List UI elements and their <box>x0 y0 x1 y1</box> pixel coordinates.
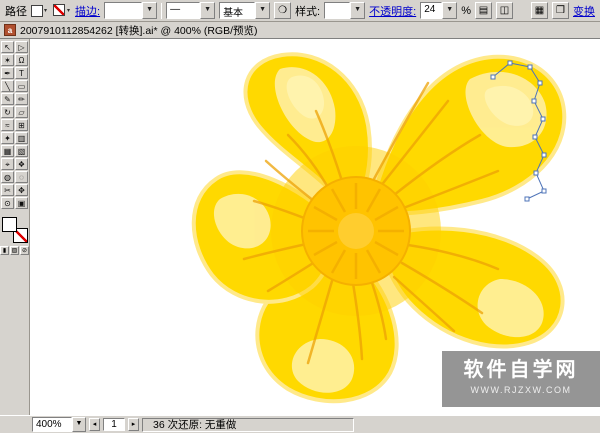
tool-scale[interactable]: ▱ <box>15 106 28 118</box>
chevron-down-icon[interactable]: ▼ <box>200 2 215 19</box>
tool-warp[interactable]: ≈ <box>1 119 14 131</box>
fill-color-swatch[interactable]: ▾ <box>31 3 49 18</box>
prev-page-button[interactable]: ◂ <box>89 418 100 431</box>
tool-hand[interactable]: ✥ <box>15 184 28 196</box>
tool-line[interactable]: ╲ <box>1 80 14 92</box>
tool-lasso[interactable]: Ω <box>15 54 28 66</box>
fill-color-chip <box>31 5 43 17</box>
document-title-bar: a 2007910112854262 [转换].ai* @ 400% (RGB/… <box>0 22 600 39</box>
context-label: 路径 <box>5 3 27 19</box>
tool-graph[interactable]: ▥ <box>15 132 28 144</box>
fill-swatch[interactable] <box>2 217 17 232</box>
control-bar: 路径 ▾ ▾ 描边: ▼ — ▼ 基本 ▼ ❍ 样式: ▼ 不透明度: 24 ▼… <box>0 0 600 22</box>
tool-pencil[interactable]: ✏ <box>15 93 28 105</box>
opacity-value: 24 <box>420 2 442 19</box>
opacity-dropdown[interactable]: 24 ▼ <box>420 2 457 19</box>
watermark-url: WWW.RJZXW.COM <box>442 385 600 395</box>
style-label: 样式: <box>295 3 320 19</box>
stroke-panel-link[interactable]: 描边: <box>75 3 100 19</box>
tool-selection[interactable]: ↖ <box>1 41 14 53</box>
color-mode-button[interactable]: ▮ <box>0 246 9 255</box>
document-title: 2007910112854262 [转换].ai* @ 400% (RGB/预览… <box>20 23 258 38</box>
brush-value: — <box>166 2 200 19</box>
status-message: 36 次还原: 无重做 <box>142 418 354 432</box>
tool-rectangle[interactable]: ▭ <box>15 80 28 92</box>
appearance-dropdown[interactable]: 基本 ▼ <box>219 2 270 19</box>
tool-zoom[interactable]: ⊙ <box>1 197 14 209</box>
opacity-panel-link[interactable]: 不透明度: <box>369 3 416 19</box>
zoom-value: 400% <box>32 417 72 432</box>
stroke-weight-value <box>104 2 142 19</box>
document-icon: a <box>4 24 16 36</box>
tool-free-transform[interactable]: ⊞ <box>15 119 28 131</box>
stroke-weight-dropdown[interactable]: ▼ <box>104 2 157 19</box>
align-panel-icon[interactable]: ◫ <box>496 2 513 19</box>
style-dropdown[interactable]: ▼ <box>324 2 365 19</box>
appearance-panel-icon[interactable]: ❒ <box>552 2 569 19</box>
tool-type[interactable]: T <box>15 67 28 79</box>
page-number: 1 <box>103 418 125 431</box>
tool-rotate[interactable]: ↻ <box>1 106 14 118</box>
flower-center[interactable] <box>302 177 410 285</box>
tool-magic-wand[interactable]: ✶ <box>1 54 14 66</box>
watermark: 软件自学网 WWW.RJZXW.COM <box>442 351 600 407</box>
tool-live-paint-bucket[interactable]: ◍ <box>1 171 14 183</box>
zoom-control[interactable]: 400% ▼ <box>32 417 86 432</box>
status-bar: 400% ▼ ◂ 1 ▸ 36 次还原: 无重做 <box>0 415 600 433</box>
chevron-down-icon: ▾ <box>44 7 47 14</box>
chevron-down-icon[interactable]: ▼ <box>72 417 86 432</box>
watermark-title: 软件自学网 <box>442 358 600 382</box>
tool-symbol-sprayer[interactable]: ✦ <box>1 132 14 144</box>
percent-label: % <box>461 5 471 17</box>
tool-paintbrush[interactable]: ✎ <box>1 93 14 105</box>
stroke-color-swatch[interactable]: ▾ <box>53 3 71 18</box>
tool-scissors[interactable]: ✂ <box>1 184 14 196</box>
gradient-mode-button[interactable]: ▨ <box>10 246 19 255</box>
chevron-down-icon[interactable]: ▼ <box>350 2 365 19</box>
tool-gradient[interactable]: ▧ <box>15 145 28 157</box>
tool-eyedropper[interactable]: ⌖ <box>1 158 14 170</box>
transform-panel-link[interactable]: 变换 <box>573 3 595 19</box>
stroke-none-chip <box>53 4 65 16</box>
brush-dropdown[interactable]: — ▼ <box>166 2 215 19</box>
tool-pen[interactable]: ✒ <box>1 67 14 79</box>
style-value <box>324 2 350 19</box>
chevron-down-icon: ▾ <box>67 7 70 14</box>
recolor-artwork-icon[interactable]: ❍ <box>274 2 291 19</box>
chevron-down-icon[interactable]: ▼ <box>255 2 270 19</box>
separator <box>161 3 162 19</box>
fill-stroke-swatches[interactable] <box>2 217 28 243</box>
chevron-down-icon[interactable]: ▼ <box>142 2 157 19</box>
symbols-panel-icon[interactable]: ▦ <box>531 2 548 19</box>
tools-grid: ↖▷✶Ω✒T╲▭✎✏↻▱≈⊞✦▥▦▧⌖❖◍◌✂✥⊙▣ <box>1 41 28 209</box>
center-core <box>338 213 374 249</box>
paint-mode-buttons: ▮ ▨ ⊘ <box>0 246 29 255</box>
appearance-value: 基本 <box>219 2 255 19</box>
tool-artboard[interactable]: ▣ <box>15 197 28 209</box>
tool-live-paint-selection[interactable]: ◌ <box>15 171 28 183</box>
artboard-canvas[interactable]: 软件自学网 WWW.RJZXW.COM <box>30 39 600 415</box>
tool-blend[interactable]: ❖ <box>15 158 28 170</box>
tool-mesh[interactable]: ▦ <box>1 145 14 157</box>
chevron-down-icon[interactable]: ▼ <box>442 2 457 19</box>
graph-type-icon[interactable]: ▤ <box>475 2 492 19</box>
toolbox-panel: ↖▷✶Ω✒T╲▭✎✏↻▱≈⊞✦▥▦▧⌖❖◍◌✂✥⊙▣ ▮ ▨ ⊘ <box>0 39 30 415</box>
none-mode-button[interactable]: ⊘ <box>20 246 29 255</box>
next-page-button[interactable]: ▸ <box>128 418 139 431</box>
tool-direct-selection[interactable]: ▷ <box>15 41 28 53</box>
